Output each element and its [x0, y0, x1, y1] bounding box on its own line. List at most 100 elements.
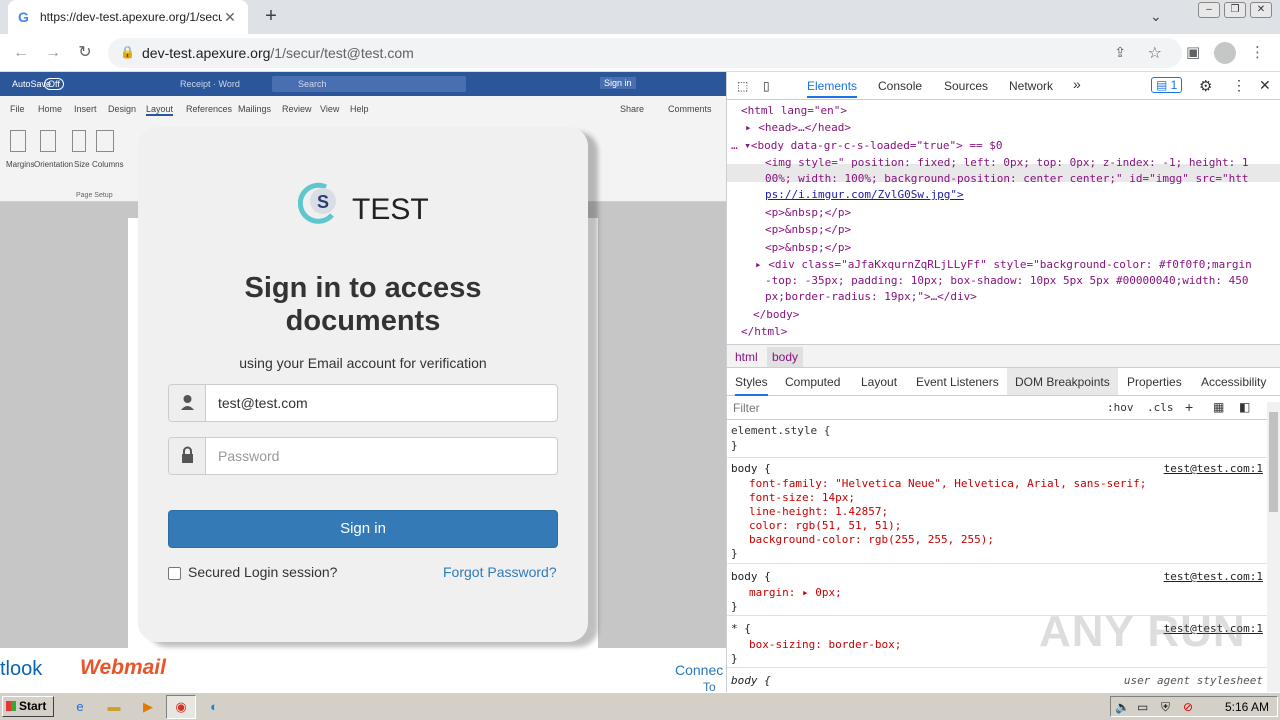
reload-icon[interactable]: ↻ [74, 42, 96, 64]
paint-icon[interactable]: ▦ [1213, 400, 1224, 414]
tab-search-icon[interactable]: ⌄ [1150, 8, 1162, 25]
speaker-icon[interactable]: 🔈 [1115, 700, 1130, 714]
profile-avatar[interactable] [1214, 42, 1236, 64]
css-declaration[interactable]: line-height: 1.42857; [749, 505, 888, 518]
menu-kebab-icon[interactable]: ⋮ [1250, 43, 1265, 61]
close-tab-icon[interactable]: ✕ [222, 9, 238, 26]
dom-line[interactable]: -top: -35px; padding: 10px; box-shadow: … [765, 274, 1248, 287]
element-style-rule: element.style { } [727, 420, 1267, 458]
crumb-body[interactable]: body [767, 347, 804, 367]
sign-in-button[interactable]: Sign in [168, 510, 558, 548]
alert-icon[interactable]: ⊘ [1183, 700, 1193, 714]
secured-session-checkbox[interactable] [168, 567, 181, 580]
dom-line[interactable]: ▸ <div class="aJfaKxqurnZqRLjLLyFf" styl… [755, 258, 1252, 271]
dom-line[interactable]: <p>&nbsp;</p> [765, 241, 851, 254]
settings-gear-icon[interactable]: ⚙ [1199, 77, 1212, 95]
filter-input[interactable]: Filter [733, 401, 760, 415]
dom-line[interactable]: <p>&nbsp;</p> [765, 223, 851, 236]
crumb-html[interactable]: html [735, 350, 758, 364]
bookmark-star-icon[interactable]: ☆ [1148, 43, 1162, 63]
browser-tab[interactable]: G https://dev-test.apexure.org/1/secur ✕ [8, 0, 248, 34]
media-player-icon[interactable]: ▶ [138, 697, 158, 717]
word-doc-title: Receipt · Word [180, 79, 240, 89]
password-placeholder: Password [218, 448, 280, 464]
inspect-icon[interactable]: ⬚ [737, 79, 748, 93]
hov-toggle[interactable]: :hov [1107, 401, 1134, 414]
back-icon[interactable]: ← [10, 42, 32, 64]
dom-line[interactable]: <html lang="en"> [741, 104, 847, 117]
dom-line[interactable]: <p>&nbsp;</p> [765, 206, 851, 219]
word-signin: Sign in [600, 77, 636, 89]
subtab-accessibility[interactable]: Accessibility [1201, 375, 1266, 389]
dom-line[interactable]: </html> [741, 325, 787, 338]
email-field[interactable]: test@test.com [168, 384, 558, 422]
password-field[interactable]: Password [168, 437, 558, 475]
ie-icon[interactable]: e [70, 697, 90, 717]
css-declaration[interactable]: box-sizing: border-box; [749, 638, 901, 651]
dom-line[interactable]: px;border-radius: 19px;">…</div> [765, 290, 977, 303]
rule-close: } [731, 547, 738, 560]
new-tab-button[interactable]: + [258, 4, 284, 30]
dom-line[interactable]: <img style=" position: fixed; left: 0px;… [765, 156, 1248, 169]
css-declaration[interactable]: color: rgb(51, 51, 51); [749, 519, 901, 532]
edge-icon[interactable]: ◐ [204, 697, 224, 717]
start-button[interactable]: Start [2, 696, 54, 717]
rule-source-link[interactable]: test@test.com:1 [1164, 570, 1263, 583]
share-icon[interactable]: ⇪ [1114, 44, 1126, 61]
issues-badge[interactable]: ▤ 1 [1151, 77, 1183, 93]
side-panel-icon[interactable]: ▣ [1186, 43, 1200, 61]
connect-text: Connec [675, 662, 724, 678]
css-declaration[interactable]: font-family: "Helvetica Neue", Helvetica… [749, 477, 1146, 490]
network-icon[interactable]: ▭ [1137, 700, 1148, 714]
scrollbar-thumb[interactable] [1269, 412, 1278, 512]
sidebar-toggle-icon[interactable]: ◧ [1239, 400, 1250, 414]
tab-network[interactable]: Network [1009, 79, 1053, 93]
minimize-button[interactable]: – [1198, 2, 1220, 18]
cls-toggle[interactable]: .cls [1147, 401, 1174, 414]
close-devtools-icon[interactable]: ✕ [1259, 77, 1271, 94]
styles-scrollbar[interactable] [1267, 402, 1280, 692]
lock-icon [169, 438, 206, 474]
login-heading: Sign in to access documents [244, 272, 482, 337]
tab-console[interactable]: Console [878, 79, 922, 93]
subtab-event-listeners[interactable]: Event Listeners [916, 375, 999, 389]
word-share: Share [620, 104, 645, 114]
rule-source-link[interactable]: test@test.com:1 [1164, 462, 1263, 475]
css-declaration[interactable]: font-size: 14px; [749, 491, 855, 504]
ribbon-group-label: Page Setup [76, 192, 113, 199]
security-icon[interactable]: ⛨ [1161, 700, 1170, 715]
dom-line-link[interactable]: ps://i.imgur.com/ZvlG0Sw.jpg"> [765, 188, 964, 201]
dom-line[interactable]: 00%; width: 100%; background-position: c… [765, 172, 1248, 185]
rule-close: } [731, 652, 738, 665]
tab-elements[interactable]: Elements [807, 72, 858, 98]
rule-close: } [731, 439, 738, 452]
subtab-layout[interactable]: Layout [861, 375, 897, 389]
dom-line-body[interactable]: … ▾<body data-gr-c-s-loaded="true"> == $… [731, 139, 1003, 152]
user-icon [169, 385, 206, 421]
subtab-properties[interactable]: Properties [1127, 375, 1182, 389]
tab-sources[interactable]: Sources [944, 79, 988, 93]
css-declaration[interactable]: margin: ▸ 0px; [749, 586, 842, 599]
maximize-button[interactable]: ❐ [1224, 2, 1246, 18]
rule-close: } [731, 600, 738, 613]
devtools-menu-icon[interactable]: ⋮ [1232, 77, 1246, 94]
ribbon-tab: References [186, 104, 233, 114]
window-controls: – ❐ ✕ [1198, 2, 1272, 18]
dom-line[interactable]: ▸ <head>…</head> [745, 121, 851, 134]
forgot-password-link[interactable]: Forgot Password? [443, 564, 557, 580]
device-toggle-icon[interactable]: ▯ [763, 79, 770, 93]
css-declaration[interactable]: background-color: rgb(255, 255, 255); [749, 533, 994, 546]
subtab-dom-breakpoints[interactable]: DOM Breakpoints [1007, 368, 1118, 395]
address-bar[interactable]: 🔒 dev-test.apexure.org/1/secur/test@test… [108, 38, 1182, 68]
logo-icon: S [298, 182, 336, 224]
chrome-icon[interactable]: ◉ [166, 695, 196, 719]
close-window-button[interactable]: ✕ [1250, 2, 1272, 18]
subtab-styles[interactable]: Styles [735, 375, 768, 396]
lock-icon[interactable]: 🔒 [120, 45, 135, 59]
dom-line[interactable]: </body> [753, 308, 799, 321]
subtab-computed[interactable]: Computed [785, 375, 840, 389]
more-tabs-icon[interactable]: » [1073, 76, 1081, 92]
new-rule-icon[interactable]: + [1185, 399, 1193, 415]
folder-icon[interactable]: ▬ [104, 697, 124, 717]
forward-icon[interactable]: → [42, 42, 64, 64]
